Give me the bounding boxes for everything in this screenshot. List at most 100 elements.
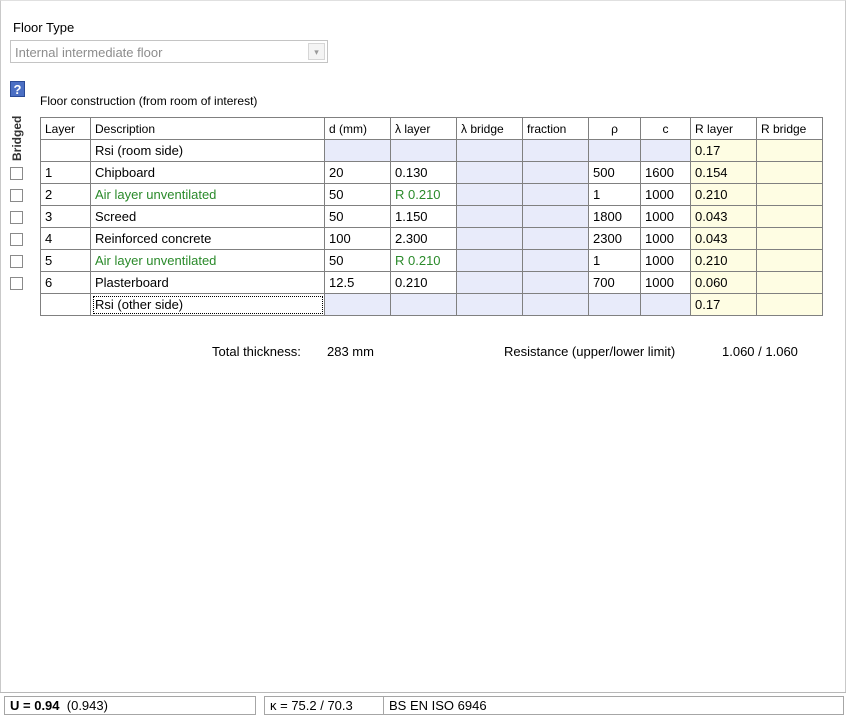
cell-description[interactable]: Air layer unventilated (90, 183, 325, 206)
cell-r-layer[interactable]: 0.043 (690, 227, 757, 250)
cell-heat-capacity[interactable]: 1600 (640, 161, 691, 184)
cell-r-layer[interactable]: 0.043 (690, 205, 757, 228)
chevron-down-icon[interactable]: ▾ (308, 43, 325, 60)
col-header-heat-capacity[interactable]: c (640, 117, 691, 140)
cell-lambda-bridge[interactable] (456, 205, 523, 228)
cell-fraction[interactable] (522, 205, 589, 228)
cell-lambda-bridge[interactable] (456, 227, 523, 250)
cell-thickness[interactable] (324, 139, 391, 162)
cell-lambda-layer[interactable] (390, 293, 457, 316)
cell-layer[interactable]: 4 (40, 227, 91, 250)
cell-lambda-layer[interactable]: 0.130 (390, 161, 457, 184)
cell-density[interactable]: 1 (588, 249, 641, 272)
cell-thickness[interactable]: 12.5 (324, 271, 391, 294)
cell-density[interactable]: 2300 (588, 227, 641, 250)
cell-heat-capacity[interactable]: 1000 (640, 183, 691, 206)
cell-lambda-bridge[interactable] (456, 139, 523, 162)
cell-layer[interactable]: 1 (40, 161, 91, 184)
cell-r-bridge[interactable] (756, 227, 823, 250)
cell-r-layer[interactable]: 0.154 (690, 161, 757, 184)
cell-r-layer[interactable]: 0.17 (690, 139, 757, 162)
cell-thickness[interactable] (324, 293, 391, 316)
cell-r-layer[interactable]: 0.060 (690, 271, 757, 294)
cell-lambda-bridge[interactable] (456, 183, 523, 206)
cell-r-layer[interactable]: 0.17 (690, 293, 757, 316)
cell-description[interactable]: Rsi (room side) (90, 139, 325, 162)
cell-layer[interactable]: 2 (40, 183, 91, 206)
col-header-layer[interactable]: Layer (40, 117, 91, 140)
cell-heat-capacity[interactable] (640, 293, 691, 316)
cell-description[interactable]: Screed (90, 205, 325, 228)
col-header-description[interactable]: Description (90, 117, 325, 140)
cell-description[interactable]: Air layer unventilated (90, 249, 325, 272)
floor-type-select[interactable]: Internal intermediate floor ▾ (10, 40, 328, 63)
cell-thickness[interactable]: 100 (324, 227, 391, 250)
cell-heat-capacity[interactable]: 1000 (640, 249, 691, 272)
cell-fraction[interactable] (522, 293, 589, 316)
cell-lambda-layer[interactable]: 0.210 (390, 271, 457, 294)
cell-heat-capacity[interactable]: 1000 (640, 205, 691, 228)
bridged-checkbox-layer-6[interactable] (10, 277, 23, 290)
cell-thickness[interactable]: 50 (324, 205, 391, 228)
cell-fraction[interactable] (522, 139, 589, 162)
cell-density[interactable] (588, 139, 641, 162)
cell-description[interactable]: Reinforced concrete (90, 227, 325, 250)
cell-density[interactable]: 1 (588, 183, 641, 206)
cell-r-bridge[interactable] (756, 205, 823, 228)
cell-lambda-bridge[interactable] (456, 249, 523, 272)
cell-heat-capacity[interactable]: 1000 (640, 227, 691, 250)
cell-lambda-layer[interactable] (390, 139, 457, 162)
cell-thickness[interactable]: 50 (324, 183, 391, 206)
cell-layer[interactable] (40, 139, 91, 162)
col-header-lambda-bridge[interactable]: λ bridge (456, 117, 523, 140)
col-header-thickness[interactable]: d (mm) (324, 117, 391, 140)
bridged-checkbox-layer-3[interactable] (10, 211, 23, 224)
cell-r-bridge[interactable] (756, 183, 823, 206)
col-header-density[interactable]: ρ (588, 117, 641, 140)
cell-heat-capacity[interactable] (640, 139, 691, 162)
cell-r-bridge[interactable] (756, 293, 823, 316)
cell-r-layer[interactable]: 0.210 (690, 249, 757, 272)
col-header-fraction[interactable]: fraction (522, 117, 589, 140)
help-icon[interactable]: ? (10, 81, 25, 97)
cell-density[interactable]: 500 (588, 161, 641, 184)
cell-layer[interactable]: 3 (40, 205, 91, 228)
cell-lambda-bridge[interactable] (456, 161, 523, 184)
cell-thickness[interactable]: 50 (324, 249, 391, 272)
cell-lambda-bridge[interactable] (456, 271, 523, 294)
cell-r-layer[interactable]: 0.210 (690, 183, 757, 206)
cell-density[interactable] (588, 293, 641, 316)
cell-lambda-bridge[interactable] (456, 293, 523, 316)
cell-fraction[interactable] (522, 161, 589, 184)
cell-fraction[interactable] (522, 183, 589, 206)
cell-thickness[interactable]: 20 (324, 161, 391, 184)
cell-lambda-layer[interactable]: R 0.210 (390, 249, 457, 272)
cell-density[interactable]: 1800 (588, 205, 641, 228)
cell-density[interactable]: 700 (588, 271, 641, 294)
bridged-checkbox-layer-5[interactable] (10, 255, 23, 268)
cell-description[interactable]: Rsi (other side) (90, 293, 325, 316)
bridged-checkbox-layer-2[interactable] (10, 189, 23, 202)
cell-r-bridge[interactable] (756, 139, 823, 162)
cell-layer[interactable] (40, 293, 91, 316)
cell-r-bridge[interactable] (756, 271, 823, 294)
bridged-checkbox-layer-4[interactable] (10, 233, 23, 246)
cell-fraction[interactable] (522, 249, 589, 272)
cell-layer[interactable]: 6 (40, 271, 91, 294)
cell-r-bridge[interactable] (756, 161, 823, 184)
bridged-checkbox-layer-1[interactable] (10, 167, 23, 180)
cell-fraction[interactable] (522, 227, 589, 250)
table-row: 5 Air layer unventilated 50 R 0.210 1 10… (40, 249, 823, 272)
cell-r-bridge[interactable] (756, 249, 823, 272)
cell-lambda-layer[interactable]: 2.300 (390, 227, 457, 250)
col-header-lambda-layer[interactable]: λ layer (390, 117, 457, 140)
cell-layer[interactable]: 5 (40, 249, 91, 272)
cell-fraction[interactable] (522, 271, 589, 294)
col-header-r-layer[interactable]: R layer (690, 117, 757, 140)
cell-lambda-layer[interactable]: R 0.210 (390, 183, 457, 206)
cell-description[interactable]: Chipboard (90, 161, 325, 184)
cell-lambda-layer[interactable]: 1.150 (390, 205, 457, 228)
cell-description[interactable]: Plasterboard (90, 271, 325, 294)
col-header-r-bridge[interactable]: R bridge (756, 117, 823, 140)
cell-heat-capacity[interactable]: 1000 (640, 271, 691, 294)
